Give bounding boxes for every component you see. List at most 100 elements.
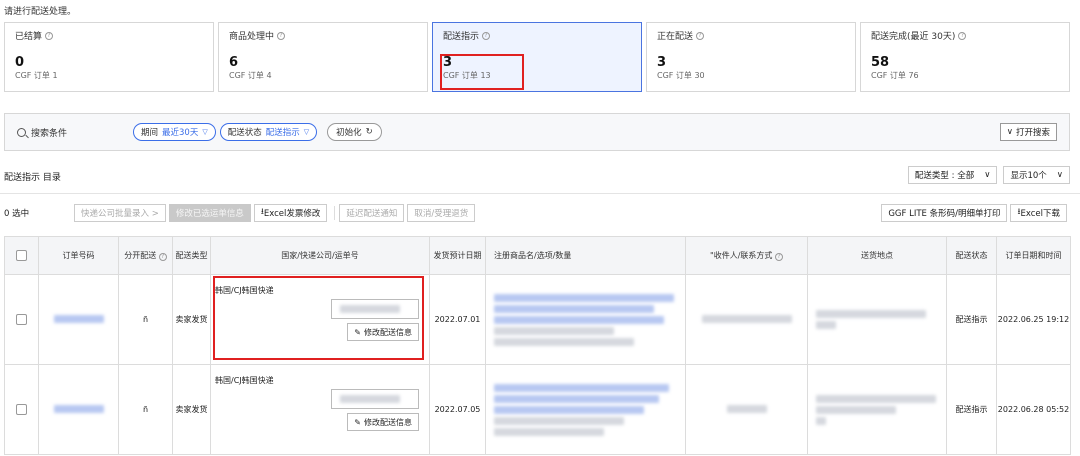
col-address[interactable]: 送货地点 (807, 236, 947, 275)
status-cell: 配送指示 (946, 364, 997, 455)
card-title: 正在配送 (657, 32, 694, 42)
card-sub: CGF 订单 76 (871, 71, 919, 80)
card-title: 商品处理中 (229, 32, 275, 42)
selected-count: 0 选中 (4, 209, 30, 219)
chevron-down-icon: ∨ (984, 170, 991, 180)
open-search-button[interactable]: ∨ 打开搜索 (999, 123, 1057, 141)
redacted-product (494, 337, 634, 346)
redacted-product (494, 405, 644, 414)
redacted-product (494, 326, 614, 335)
card-sub: CGF 订单 13 (443, 71, 491, 80)
button-label: Excel下载 (1020, 209, 1060, 219)
redacted-product (494, 427, 604, 436)
product-cell[interactable] (485, 274, 686, 365)
col-label: 分开配送 (124, 251, 157, 260)
redacted-product (494, 293, 674, 302)
table-row: ñ 卖家发货 韩国/CJ韩国快递 ✎ 修改配送信息 2022.07.05 配送指… (4, 364, 1071, 455)
search-icon (17, 127, 26, 137)
filter-chip-status[interactable]: 配送状态 配送指示 ▽ (219, 123, 318, 141)
col-ship-date[interactable]: 发货预计日期 (429, 236, 486, 275)
redacted-product (494, 315, 664, 324)
tracking-number-field[interactable] (331, 389, 419, 409)
split-cell: ñ (118, 274, 173, 365)
cancel-return-button[interactable]: 取消/受理退货 (407, 204, 476, 222)
address-cell (807, 364, 947, 455)
redacted-recipient (701, 314, 792, 323)
redacted-address (816, 321, 836, 329)
select-all-checkbox[interactable] (16, 250, 27, 261)
modify-delivery-button[interactable]: ✎ 修改配送信息 (347, 413, 419, 431)
filter-value: 配送指示 (265, 128, 300, 138)
redacted-address (816, 310, 926, 318)
card-shipping[interactable]: 正在配送? 3 CGF 订单 30 (646, 22, 856, 92)
col-recipient[interactable]: "收件人/联系方式 ? (685, 236, 808, 275)
redacted-address (816, 416, 826, 425)
col-order-no[interactable]: 订单号码 (38, 236, 119, 275)
order-no-cell[interactable] (38, 364, 119, 455)
button-label: 修改配送信息 (364, 417, 412, 427)
type-cell: 卖家发货 (172, 364, 211, 455)
col-type[interactable]: 配送类型 (172, 236, 211, 275)
carrier-cell: 韩国/CJ韩国快递 ✎ 修改配送信息 (210, 274, 430, 365)
help-icon[interactable]: ? (158, 253, 167, 261)
filter-chip-period[interactable]: 期间 最近30天 ▽ (133, 123, 216, 141)
help-icon[interactable]: ? (277, 31, 286, 40)
row-checkbox[interactable] (16, 314, 27, 325)
divider (0, 193, 1080, 194)
card-title: 配送完成(最近 30天) (871, 32, 956, 42)
tracking-number-field[interactable] (331, 299, 419, 319)
list-options: 配送类型 : 全部 ∨ 显示10个 ∨ (907, 166, 1070, 184)
recipient-cell (685, 274, 808, 365)
excel-download-button[interactable]: ⭳ Excel下载 (1010, 204, 1067, 222)
help-icon[interactable]: ? (45, 31, 54, 40)
select-value: 显示10个 (1010, 171, 1047, 181)
card-count: 3 (443, 55, 453, 70)
delivery-type-select[interactable]: 配送类型 : 全部 ∨ (907, 166, 998, 184)
col-carrier[interactable]: 国家/快递公司/运单号 (210, 236, 430, 275)
redacted-product (494, 416, 624, 425)
card-processing[interactable]: 商品处理中? 6 CGF 订单 4 (218, 22, 428, 92)
col-split[interactable]: 分开配送 ? (118, 236, 173, 275)
pencil-icon: ✎ (354, 327, 361, 337)
page-size-select[interactable]: 显示10个 ∨ (1003, 166, 1070, 184)
col-label: "收件人/联系方式 (710, 251, 773, 260)
col-product[interactable]: 注册商品名/选项/数量 (485, 236, 686, 275)
delay-notice-button[interactable]: 延迟配送通知 (339, 204, 405, 222)
help-icon[interactable]: ? (774, 253, 783, 261)
redacted-address (816, 394, 936, 403)
notice-text: 请进行配送处理。 (4, 7, 77, 17)
help-icon[interactable]: ? (696, 31, 705, 40)
excel-invoice-button[interactable]: ⭳ Excel发票修改 (253, 204, 328, 222)
card-sub: CGF 订单 30 (657, 71, 705, 80)
col-order-time[interactable]: 订单日期和时间 (996, 236, 1071, 275)
card-delivered[interactable]: 配送完成(最近 30天)? 58 CGF 订单 76 (860, 22, 1070, 92)
status-cards: 已结算? 0 CGF 订单 1 商品处理中? 6 CGF 订单 4 配送指示? … (4, 22, 1074, 92)
card-delivery-instruction[interactable]: 配送指示? 3 CGF 订单 13 (432, 22, 642, 92)
select-value: 配送类型 : 全部 (914, 171, 975, 181)
card-count: 6 (229, 55, 239, 70)
help-icon[interactable]: ? (958, 31, 967, 40)
reset-button[interactable]: 初始化 ↻ (327, 123, 382, 141)
redacted-order-no (53, 314, 104, 323)
divider (334, 206, 336, 220)
batch-carrier-button[interactable]: 快递公司批量录入 > (74, 204, 166, 222)
row-checkbox[interactable] (16, 404, 27, 415)
col-status[interactable]: 配送状态 (946, 236, 997, 275)
address-cell (807, 274, 947, 365)
status-cell: 配送指示 (946, 274, 997, 365)
modify-delivery-button[interactable]: ✎ 修改配送信息 (347, 323, 419, 341)
card-sub: CGF 订单 4 (229, 71, 272, 80)
order-no-cell[interactable] (38, 274, 119, 365)
barcode-print-button[interactable]: GGF LITE 条形码/明细单打印 (881, 204, 1008, 222)
help-icon[interactable]: ? (482, 31, 491, 40)
modify-waybill-button[interactable]: 修改已选运单信息 (168, 204, 251, 222)
order-time-cell: 2022.06.25 19:12 (996, 274, 1071, 365)
product-cell[interactable] (485, 364, 686, 455)
card-title: 已结算 (15, 32, 43, 42)
search-bar: 搜索条件 期间 最近30天 ▽ 配送状态 配送指示 ▽ 初始化 ↻ ∨ 打开搜索 (4, 113, 1070, 151)
open-search-label: 打开搜索 (1015, 128, 1050, 138)
card-settled[interactable]: 已结算? 0 CGF 订单 1 (4, 22, 214, 92)
card-count: 3 (657, 55, 667, 70)
row-select-cell (4, 274, 39, 365)
filter-name: 期间 (141, 128, 159, 138)
